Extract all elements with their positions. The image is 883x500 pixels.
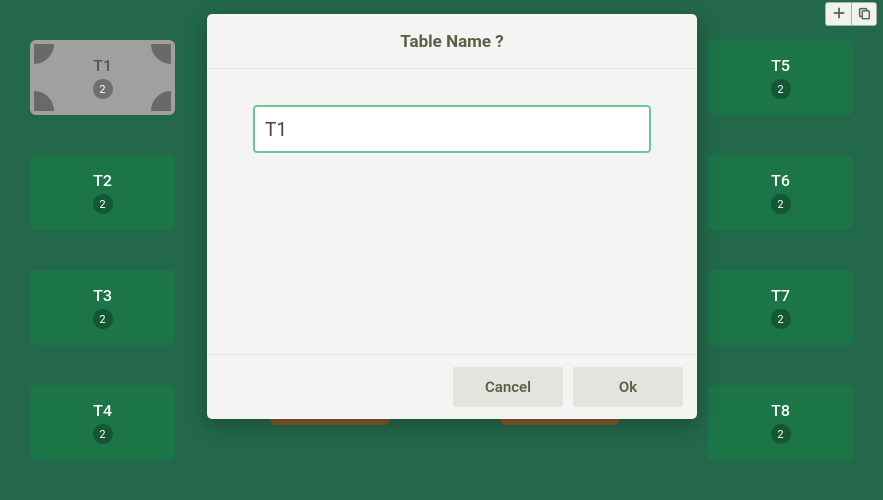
ok-button[interactable]: Ok bbox=[573, 367, 683, 407]
plus-icon bbox=[832, 5, 846, 24]
duplicate-button[interactable] bbox=[851, 2, 877, 26]
table-label: T5 bbox=[771, 56, 790, 75]
duplicate-icon bbox=[857, 5, 871, 24]
table-label: T1 bbox=[93, 56, 112, 75]
table-count-badge: 2 bbox=[771, 424, 791, 444]
cancel-button[interactable]: Cancel bbox=[453, 367, 563, 407]
table-name-input[interactable] bbox=[253, 105, 651, 153]
table-label: T6 bbox=[771, 171, 790, 190]
table-count-badge: 2 bbox=[771, 309, 791, 329]
add-button[interactable] bbox=[825, 2, 851, 26]
modal-footer: Cancel Ok bbox=[207, 354, 697, 419]
table-count-badge: 2 bbox=[771, 194, 791, 214]
table-count-badge: 2 bbox=[93, 194, 113, 214]
table-label: T7 bbox=[771, 286, 790, 305]
table-count-badge: 2 bbox=[771, 79, 791, 99]
table-label: T8 bbox=[771, 401, 790, 420]
table-label: T4 bbox=[93, 401, 112, 420]
table-count-badge: 2 bbox=[93, 309, 113, 329]
table-count-badge: 2 bbox=[93, 424, 113, 444]
table-count-badge: 2 bbox=[93, 79, 113, 99]
modal-title: Table Name ? bbox=[207, 32, 697, 52]
toolbar bbox=[825, 2, 877, 26]
table-name-modal: Table Name ? Cancel Ok bbox=[207, 14, 697, 419]
modal-header: Table Name ? bbox=[207, 14, 697, 69]
table-label: T2 bbox=[93, 171, 112, 190]
modal-body bbox=[207, 69, 697, 354]
table-label: T3 bbox=[93, 286, 112, 305]
